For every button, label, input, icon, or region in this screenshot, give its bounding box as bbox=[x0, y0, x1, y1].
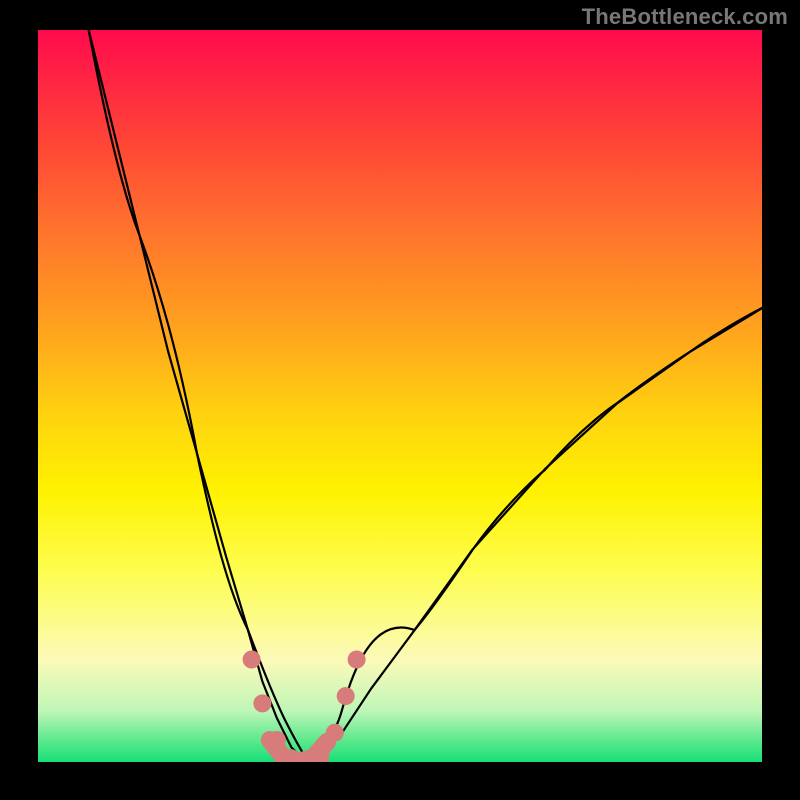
watermark-text: TheBottleneck.com bbox=[582, 4, 788, 30]
valley-dot bbox=[243, 651, 261, 669]
valley-dot bbox=[348, 651, 366, 669]
plot-area bbox=[38, 30, 762, 762]
valley-dot bbox=[268, 731, 286, 749]
valley-dot bbox=[337, 687, 355, 705]
valley-dot bbox=[326, 724, 344, 742]
curve-layer bbox=[38, 30, 762, 762]
valley-dot bbox=[253, 694, 271, 712]
chart-frame: TheBottleneck.com bbox=[0, 0, 800, 800]
bottleneck-curve-line bbox=[89, 30, 762, 762]
bottleneck-curve bbox=[89, 30, 762, 762]
